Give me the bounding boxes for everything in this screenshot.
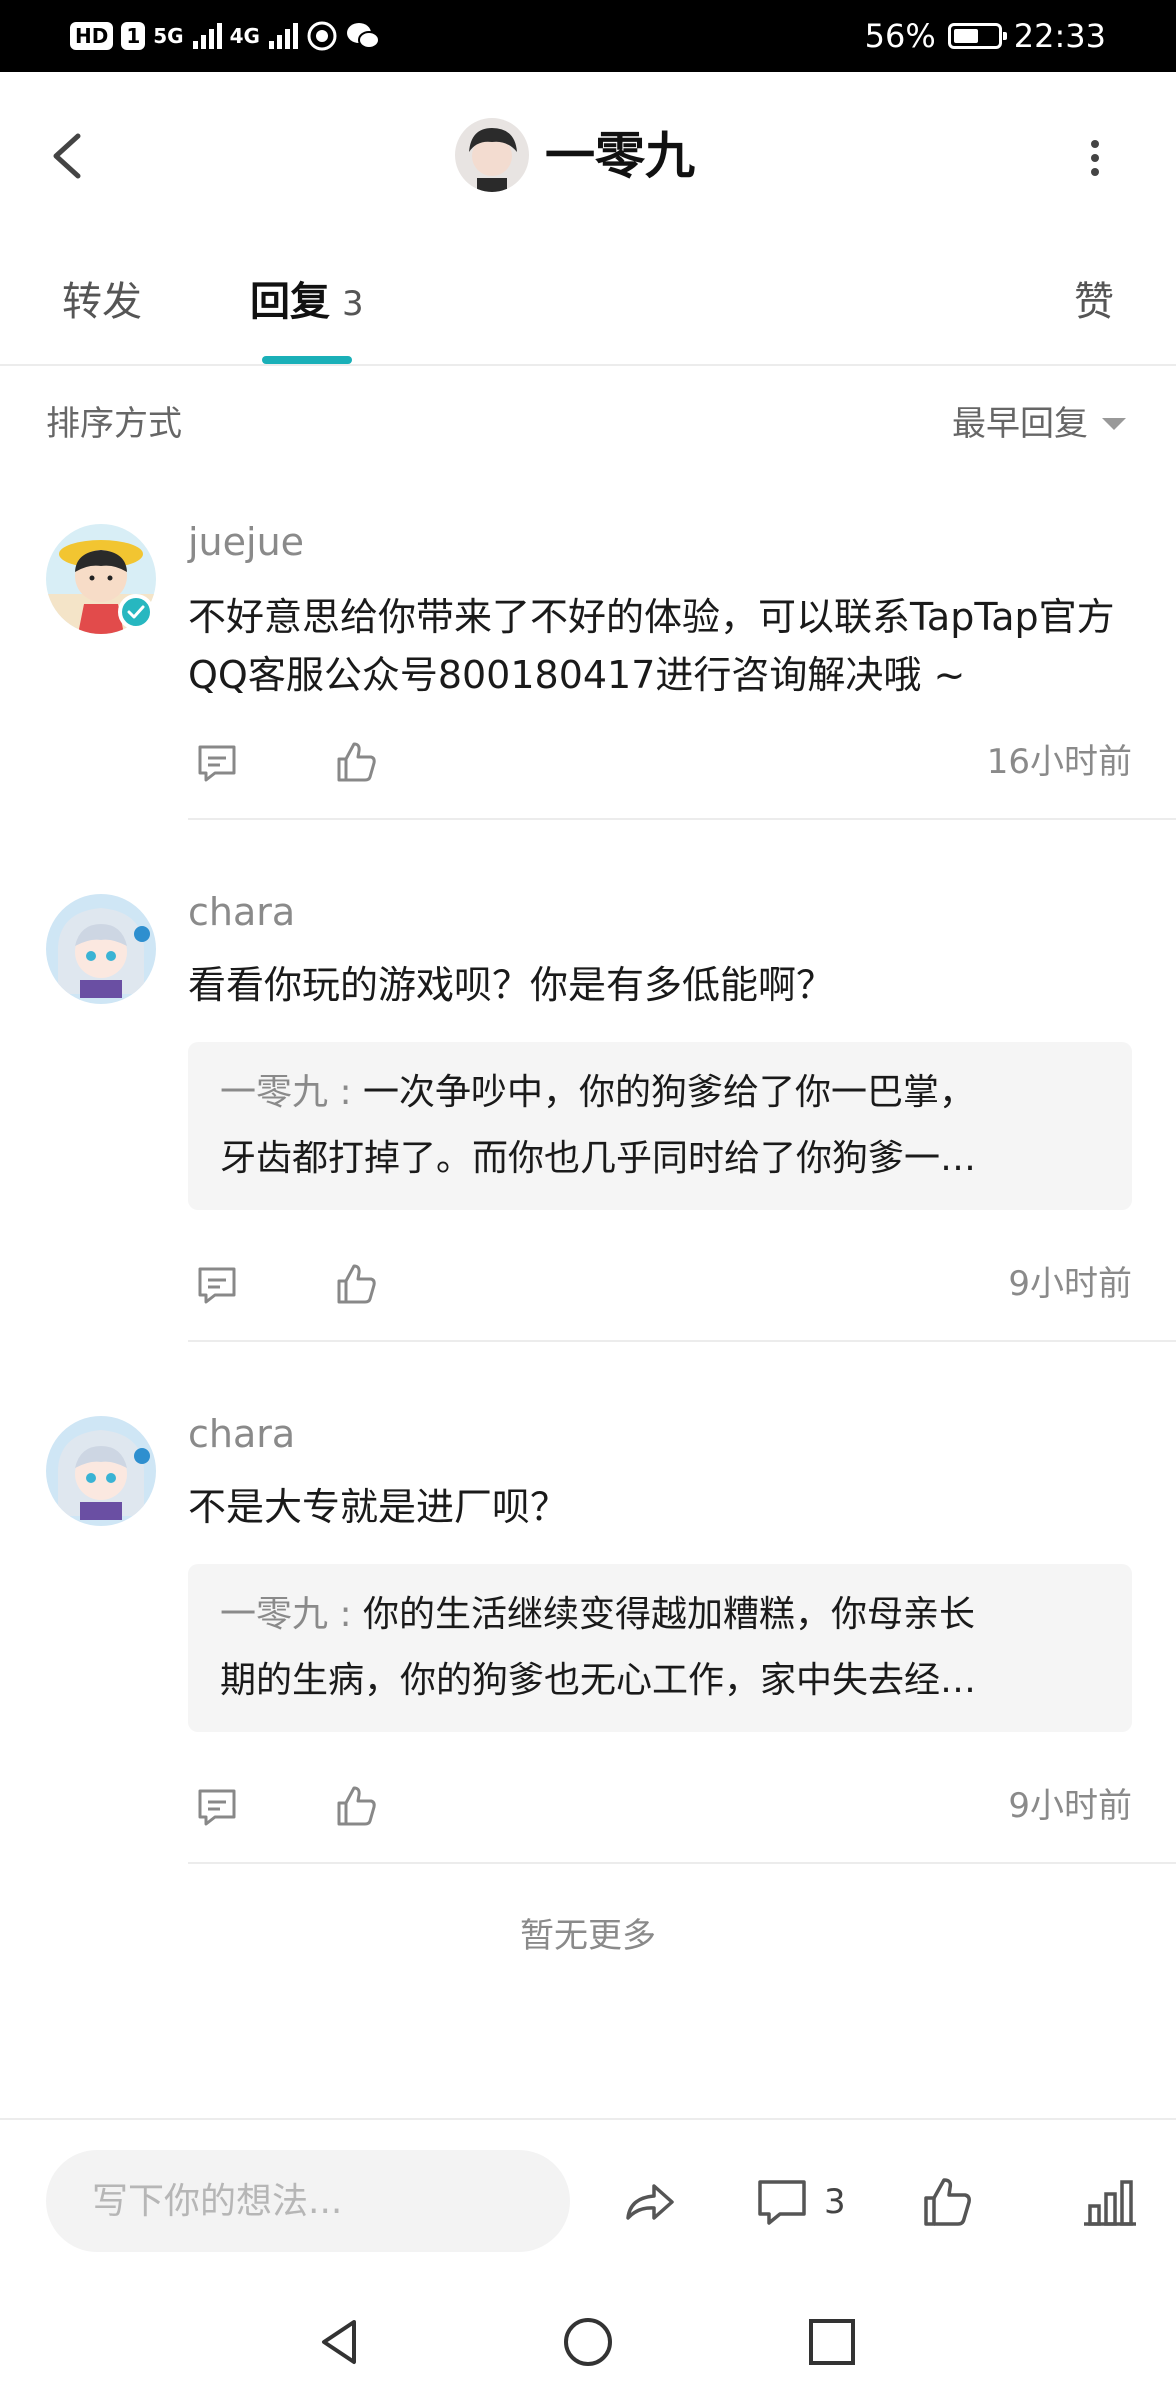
- comment-avatar-chara[interactable]: [46, 1416, 156, 1526]
- sim-indicator: 1: [121, 22, 146, 50]
- comment-text: 不好意思给你带来了不好的体验，可以联系TapTap官方QQ客服公众号800180…: [188, 595, 1115, 697]
- quote-line-1: 一零九 : 你的生活继续变得越加糟糕，你母亲长: [220, 1582, 1100, 1648]
- quote-author: 一零九: [220, 1072, 329, 1113]
- thumbs-up-icon[interactable]: [332, 1782, 380, 1830]
- comment-text: 不是大专就是进厂呗？: [188, 1485, 569, 1529]
- battery-percent: 56%: [864, 17, 936, 55]
- tab-reply-label: 回复: [250, 279, 330, 325]
- comment-time: 9小时前: [1008, 1786, 1132, 1826]
- chevron-left-icon: [53, 133, 81, 179]
- comment-count: 3: [824, 2182, 846, 2222]
- comment-input-box[interactable]: [46, 2150, 570, 2252]
- verified-badge-icon: [118, 594, 154, 630]
- quote-separator: :: [328, 1072, 364, 1113]
- thumbs-up-icon[interactable]: [332, 1260, 380, 1308]
- tab-reply[interactable]: 回复 3: [250, 272, 364, 334]
- share-icon[interactable]: [620, 2172, 680, 2232]
- quote-text-1: 你的生活继续变得越加糟糕，你母亲长: [363, 1594, 976, 1635]
- hd-indicator: HD: [70, 22, 114, 50]
- sort-value: 最早回复: [952, 404, 1088, 444]
- tab-reply-count: 3: [342, 284, 364, 324]
- comment-actions: 9小时前: [188, 1254, 1132, 1314]
- comment-input[interactable]: [46, 2150, 570, 2252]
- stats-icon[interactable]: [1080, 2172, 1140, 2232]
- network-5g-label: 5G: [153, 24, 184, 48]
- comment-username[interactable]: juejue: [188, 516, 304, 568]
- sort-dropdown[interactable]: 最早回复: [952, 398, 1126, 450]
- comment-avatar-chara[interactable]: [46, 894, 156, 1004]
- network-4g-label: 4G: [229, 24, 260, 48]
- page-title: 一零九: [545, 127, 695, 185]
- tab-active-indicator: [262, 356, 352, 364]
- quote-author: 一零九: [220, 1594, 329, 1635]
- comment-actions: 9小时前: [188, 1776, 1132, 1836]
- quote-line-2: 期的生病，你的狗爹也无心工作，家中失去经…: [220, 1660, 977, 1701]
- system-nav-bar: [0, 2282, 1176, 2400]
- battery-icon: [947, 23, 1007, 49]
- nav-home-icon[interactable]: [558, 2312, 618, 2372]
- signal-icon-2: [268, 23, 298, 49]
- reply-icon[interactable]: [193, 738, 241, 786]
- comment-divider: [188, 1862, 1176, 1864]
- author-avatar-image: [455, 118, 529, 192]
- status-right: 56% 22:33: [865, 12, 1106, 60]
- sort-label: 排序方式: [46, 404, 182, 444]
- reply-icon[interactable]: [193, 1260, 241, 1308]
- comment-time: 9小时前: [1008, 1264, 1132, 1304]
- tab-like[interactable]: 赞: [1074, 272, 1114, 332]
- quoted-reply[interactable]: 一零九 : 你的生活继续变得越加糟糕，你母亲长 期的生病，你的狗爹也无心工作，家…: [188, 1564, 1132, 1732]
- checkmark-icon: [127, 605, 145, 619]
- nav-recents-icon[interactable]: [802, 2312, 862, 2372]
- tab-repost[interactable]: 转发: [62, 272, 142, 332]
- signal-icon: [192, 23, 222, 49]
- target-app-icon: [307, 21, 337, 51]
- status-bar: HD 1 5G 4G 56% 22:33: [0, 0, 1176, 72]
- comment-time: 16小时前: [986, 742, 1132, 782]
- no-more-label: 暂无更多: [520, 1916, 656, 1956]
- comment-username[interactable]: chara: [188, 886, 295, 938]
- comment-divider: [188, 1340, 1176, 1342]
- status-time: 22:33: [1013, 17, 1106, 55]
- battery-fill: [953, 29, 978, 43]
- wechat-icon: [346, 23, 380, 49]
- avatar-image: [46, 1416, 156, 1526]
- quoted-reply[interactable]: 一零九 : 一次争吵中，你的狗爹给了你一巴掌， 牙齿都打掉了。而你也几乎同时给了…: [188, 1042, 1132, 1210]
- more-vertical-icon: [1091, 140, 1099, 176]
- status-left: HD 1 5G 4G: [70, 16, 380, 56]
- thumbs-up-icon[interactable]: [332, 738, 380, 786]
- reply-icon[interactable]: [193, 1782, 241, 1830]
- quote-text-1: 一次争吵中，你的狗爹给了你一巴掌，: [363, 1072, 976, 1113]
- comment-actions: 16小时前: [188, 732, 1132, 792]
- dropdown-triangle-icon: [1102, 418, 1126, 430]
- comment-username[interactable]: chara: [188, 1408, 295, 1460]
- comment-divider: [188, 818, 1176, 820]
- back-button[interactable]: [40, 120, 96, 192]
- comment-text: 看看你玩的游戏呗？你是有多低能啊？: [188, 963, 835, 1007]
- quote-line-1: 一零九 : 一次争吵中，你的狗爹给了你一巴掌，: [220, 1060, 1100, 1126]
- avatar-image: [46, 894, 156, 1004]
- author-avatar[interactable]: [455, 118, 529, 192]
- bottom-bar-divider: [0, 2118, 1176, 2120]
- comment-icon[interactable]: [752, 2172, 812, 2232]
- tabs-divider: [0, 364, 1176, 366]
- quote-line-2: 牙齿都打掉了。而你也几乎同时给了你狗爹一…: [220, 1138, 977, 1179]
- thumbs-up-icon[interactable]: [918, 2172, 978, 2232]
- nav-back-icon[interactable]: [310, 2312, 370, 2372]
- more-options-button[interactable]: [1072, 128, 1118, 188]
- quote-separator: :: [328, 1594, 364, 1635]
